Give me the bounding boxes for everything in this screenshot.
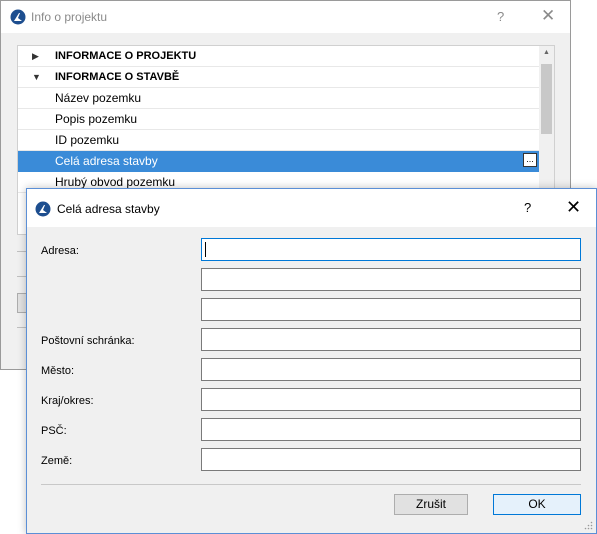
city-input[interactable] <box>201 358 581 381</box>
tree-row-label: INFORMACE O STAVBĚ <box>55 71 180 83</box>
tree-row-label: ID pozemku <box>55 133 120 147</box>
dialog-title: Celá adresa stavby <box>57 202 160 216</box>
city-label: Město: <box>41 365 75 377</box>
collapse-arrow-icon[interactable]: ▼ <box>32 67 41 88</box>
po-box-label: Poštovní schránka: <box>41 335 135 347</box>
project-info-title: Info o projektu <box>31 10 108 24</box>
dialog-titlebar: Celá adresa stavby ? ✕ <box>27 189 596 227</box>
scroll-up-icon[interactable]: ▲ <box>543 49 550 56</box>
tree-row-label: Popis pozemku <box>55 112 138 126</box>
browse-button[interactable]: ... <box>523 153 537 167</box>
po-box-input[interactable] <box>201 328 581 351</box>
divider <box>41 484 581 485</box>
tree-row-label: INFORMACE O PROJEKTU <box>55 50 197 62</box>
postal-code-label: PSČ: <box>41 425 67 437</box>
tree-row-project-info[interactable]: ▶ INFORMACE O PROJEKTU <box>18 46 540 67</box>
tree-row-site-name[interactable]: Název pozemku <box>18 88 540 109</box>
scrollbar-thumb[interactable] <box>541 64 552 134</box>
help-icon[interactable]: ? <box>524 200 531 215</box>
postal-code-input[interactable] <box>201 418 581 441</box>
archicad-logo-icon <box>10 9 26 25</box>
expand-arrow-icon[interactable]: ▶ <box>32 46 39 67</box>
tree-row-building-info[interactable]: ▼ INFORMACE O STAVBĚ <box>18 67 540 88</box>
full-address-dialog: Celá adresa stavby ? ✕ Adresa: Poštovní … <box>26 188 597 534</box>
tree-row-site-description[interactable]: Popis pozemku <box>18 109 540 130</box>
tree-row-full-address[interactable]: Celá adresa stavby ... <box>18 151 540 172</box>
text-caret <box>205 242 206 257</box>
country-input[interactable] <box>201 448 581 471</box>
address-line-3-input[interactable] <box>201 298 581 321</box>
help-icon[interactable]: ? <box>497 9 504 24</box>
address-label: Adresa: <box>41 245 79 257</box>
cancel-button[interactable]: Zrušit <box>394 494 468 515</box>
project-info-titlebar: Info o projektu ? ✕ <box>1 1 570 33</box>
address-line-1-input[interactable] <box>201 238 581 261</box>
tree-row-label: Celá adresa stavby <box>55 154 158 168</box>
archicad-logo-icon <box>35 201 51 217</box>
region-label: Kraj/okres: <box>41 395 94 407</box>
country-label: Země: <box>41 455 73 467</box>
close-icon[interactable]: ✕ <box>566 197 581 218</box>
region-input[interactable] <box>201 388 581 411</box>
close-icon[interactable]: ✕ <box>541 6 555 26</box>
tree-row-site-id[interactable]: ID pozemku <box>18 130 540 151</box>
ok-button[interactable]: OK <box>493 494 581 515</box>
tree-row-label: Název pozemku <box>55 91 142 105</box>
address-line-2-input[interactable] <box>201 268 581 291</box>
resize-grip-icon[interactable] <box>583 520 593 530</box>
